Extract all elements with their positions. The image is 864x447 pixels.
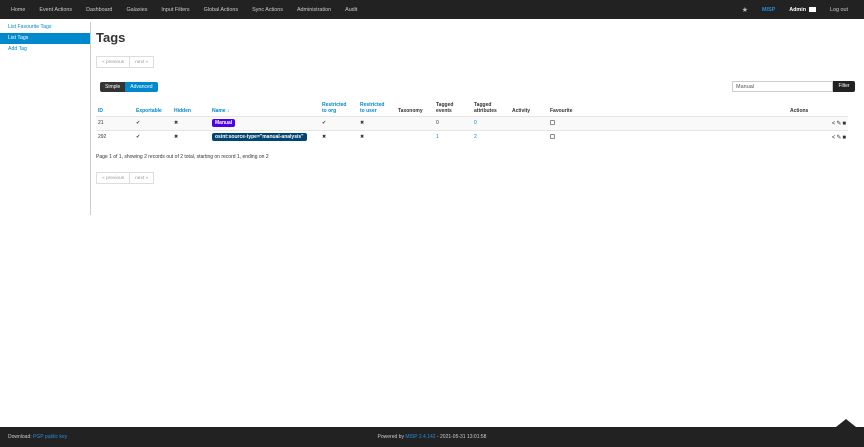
cell-favourite — [548, 115, 788, 130]
tagged-events-link[interactable]: 1 — [434, 129, 472, 144]
simple-view-button[interactable]: Simple — [100, 82, 126, 92]
mail-icon[interactable] — [809, 7, 816, 12]
col-header-restricted-org[interactable]: Restricted to org — [320, 94, 358, 116]
col-header-hidden[interactable]: Hidden — [172, 94, 210, 116]
footer-powered: Powered by MISP 2.4.142 - 2021-05-31 13:… — [0, 434, 864, 440]
brand-link[interactable]: MISP — [762, 7, 775, 13]
star-icon[interactable]: ★ — [742, 6, 748, 14]
cell-taxonomy — [396, 129, 434, 144]
trash-icon[interactable]: ■ — [842, 135, 846, 141]
pagination-info: Page 1 of 1, showing 2 records out of 2 … — [96, 154, 269, 160]
advanced-view-button[interactable]: Advanced — [125, 82, 158, 92]
col-header-tagged-attributes: Tagged attributes — [472, 94, 510, 116]
tagged-attributes-link[interactable]: 2 — [472, 129, 510, 144]
misp-version-link[interactable]: MISP 2.4.142 — [405, 434, 435, 440]
favourite-checkbox[interactable] — [550, 119, 555, 125]
top-navbar: Home Event Actions Dashboard Galaxies In… — [0, 0, 864, 19]
tag-pill[interactable]: osint:source-type="manual-analysis" — [212, 133, 307, 142]
table-row: 292 ✔ ✖ osint:source-type="manual-analys… — [96, 129, 848, 144]
col-header-favourite: Favourite — [550, 107, 573, 114]
hidden-cross-icon: ✖ — [172, 115, 210, 130]
footer: Download: PGP public key Powered by MISP… — [0, 427, 864, 447]
powered-timestamp: - 2021-05-31 13:01:58 — [436, 434, 487, 440]
col-header-activity: Activity — [512, 107, 531, 114]
col-header-taxonomy: Taxonomy — [398, 107, 423, 114]
sidebar-item-add-tag[interactable]: Add Tag — [0, 44, 90, 55]
main-menu: Home Event Actions Dashboard Galaxies In… — [0, 0, 371, 19]
sidebar-item-list-tags[interactable]: List Tags — [0, 33, 90, 44]
header-line: attributes — [474, 107, 497, 114]
cell-tagged-events: 0 — [434, 115, 472, 130]
cell-name: osint:source-type="manual-analysis" — [210, 129, 320, 144]
scroll-top-icon[interactable] — [836, 419, 856, 427]
trash-icon[interactable]: ■ — [842, 121, 846, 127]
nav-sync-actions[interactable]: Sync Actions — [252, 7, 283, 13]
exportable-check-icon: ✔ — [134, 115, 172, 130]
tag-pill[interactable]: Manual — [212, 119, 236, 127]
nav-input-filters[interactable]: Input Filters — [161, 7, 189, 13]
col-header-restricted-user[interactable]: Restricted to user — [358, 94, 396, 116]
share-icon[interactable]: < — [832, 121, 836, 127]
pagination-top: « previous next » — [96, 56, 155, 68]
restricted-org-cross-icon: ✖ — [320, 129, 358, 144]
cell-actions: <✎■ — [788, 129, 848, 144]
tags-table: ID Exportable Hidden Name ↓ Restricted to… — [96, 94, 848, 144]
col-header-actions: Actions — [790, 107, 809, 114]
nav-home[interactable]: Home — [11, 7, 25, 13]
header-line: events — [436, 107, 452, 114]
restricted-user-cross-icon: ✖ — [358, 129, 396, 144]
edit-icon[interactable]: ✎ — [836, 135, 841, 141]
filter-button[interactable]: Filter — [833, 81, 855, 92]
nav-administration[interactable]: Administration — [297, 7, 331, 13]
cell-actions: <✎■ — [788, 115, 848, 130]
table-header-row: ID Exportable Hidden Name ↓ Restricted to… — [96, 94, 848, 116]
side-menu: List Favourite Tags List Tags Add Tag — [0, 22, 91, 215]
edit-icon[interactable]: ✎ — [836, 121, 841, 127]
sidebar-item-list-favourite-tags[interactable]: List Favourite Tags — [0, 22, 90, 33]
tagged-attributes-link[interactable]: 0 — [472, 115, 510, 130]
share-icon[interactable]: < — [832, 135, 836, 141]
user-name[interactable]: Admin — [789, 7, 806, 13]
logout-link[interactable]: Log out — [830, 7, 848, 13]
cell-activity — [510, 115, 548, 130]
nav-event-actions[interactable]: Event Actions — [39, 7, 72, 13]
nav-galaxies[interactable]: Galaxies — [126, 7, 147, 13]
col-header-name[interactable]: Name ↓ — [210, 94, 320, 116]
pagination-bottom: « previous next » — [96, 172, 155, 184]
cell-favourite — [548, 129, 788, 144]
nav-global-actions[interactable]: Global Actions — [204, 7, 238, 13]
cell-id: 21 — [96, 115, 134, 130]
page-title: Tags — [96, 30, 126, 45]
restricted-user-cross-icon: ✖ — [358, 115, 396, 130]
previous-page-button[interactable]: « previous — [96, 56, 131, 68]
header-line: to org — [322, 107, 337, 114]
cell-activity — [510, 129, 548, 144]
col-header-id[interactable]: ID — [96, 94, 134, 116]
cell-taxonomy — [396, 115, 434, 130]
exportable-check-icon: ✔ — [134, 129, 172, 144]
table-row: 21 ✔ ✖ Manual ✔ ✖ 0 0 <✎■ — [96, 115, 848, 130]
nav-dashboard[interactable]: Dashboard — [86, 7, 112, 13]
next-page-button[interactable]: next » — [130, 56, 155, 68]
restricted-org-check-icon: ✔ — [320, 115, 358, 130]
powered-prefix: Powered by — [377, 434, 404, 440]
view-toggle: Simple Advanced — [100, 82, 158, 92]
filter-input[interactable] — [732, 81, 833, 92]
previous-page-button[interactable]: « previous — [96, 172, 131, 184]
nav-audit[interactable]: Audit — [345, 7, 357, 13]
cell-id: 292 — [96, 129, 134, 144]
favourite-checkbox[interactable] — [550, 133, 555, 139]
cell-name: Manual — [210, 115, 320, 130]
header-line: to user — [360, 107, 377, 114]
next-page-button[interactable]: next » — [130, 172, 155, 184]
col-header-tagged-events: Tagged events — [434, 94, 472, 116]
hidden-cross-icon: ✖ — [172, 129, 210, 144]
user-menu: ★ MISP Admin Log out — [742, 0, 848, 19]
col-header-exportable[interactable]: Exportable — [134, 94, 172, 116]
